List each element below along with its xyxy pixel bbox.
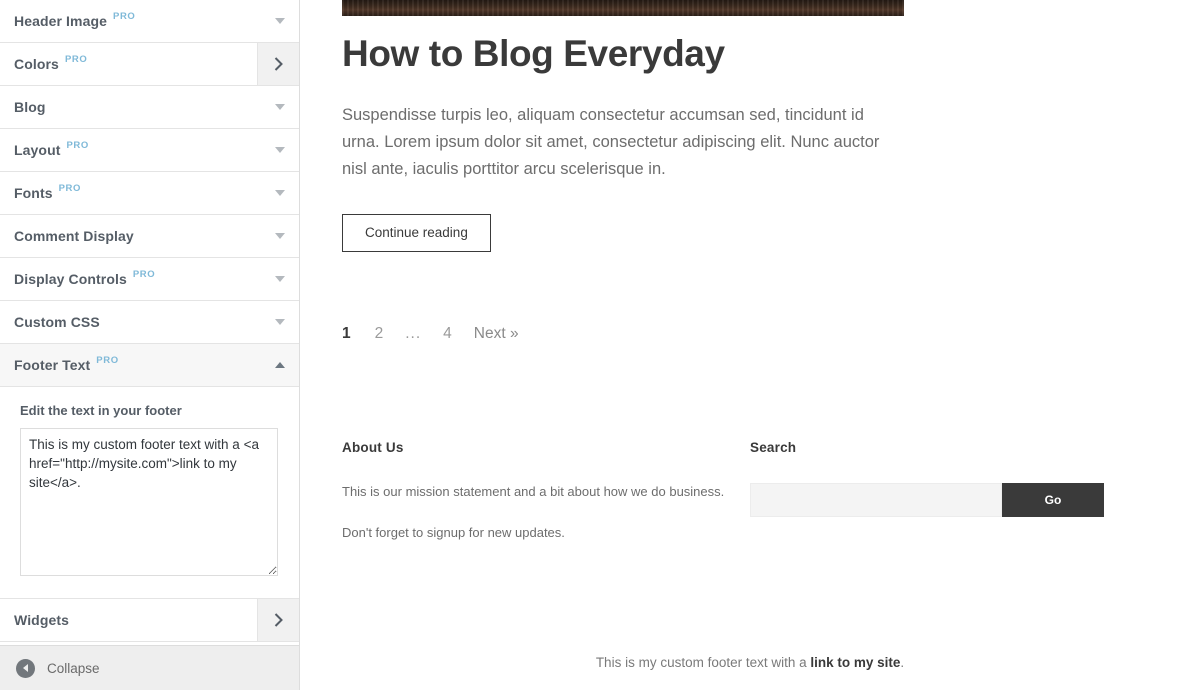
footer-site-link[interactable]: link to my site — [810, 655, 900, 670]
collapse-button[interactable]: Collapse — [0, 645, 299, 690]
chevron-down-icon[interactable] — [275, 190, 285, 196]
sidebar-item-blog[interactable]: Blog — [0, 86, 299, 129]
sidebar-item-label: Header Image — [14, 13, 108, 29]
chevron-right-icon[interactable] — [257, 43, 299, 85]
sidebar-item-label: Custom CSS — [14, 314, 100, 330]
sidebar-item-label: Display Controls — [14, 271, 127, 287]
pro-badge: PRO — [96, 354, 119, 366]
sidebar-item-layout[interactable]: Layout PRO — [0, 129, 299, 172]
pagination-ellipsis: ... — [405, 325, 422, 342]
pagination-page-1[interactable]: 1 — [342, 325, 351, 343]
continue-reading-button[interactable]: Continue reading — [342, 214, 491, 252]
pro-badge: PRO — [66, 139, 89, 151]
search-input[interactable] — [750, 483, 1002, 517]
search-submit-button[interactable]: Go — [1002, 483, 1104, 517]
sidebar-item-custom-css[interactable]: Custom CSS — [0, 301, 299, 344]
sidebar-item-label: Comment Display — [14, 228, 134, 244]
sidebar-item-header-image[interactable]: Header Image PRO — [0, 0, 299, 43]
chevron-down-icon[interactable] — [275, 147, 285, 153]
chevron-right-icon[interactable] — [257, 599, 299, 641]
chevron-down-icon[interactable] — [275, 104, 285, 110]
pagination-next[interactable]: Next » — [474, 325, 519, 343]
post-article: How to Blog Everyday Suspendisse turpis … — [342, 32, 942, 252]
sidebar-item-comment-display[interactable]: Comment Display — [0, 215, 299, 258]
post-excerpt: Suspendisse turpis leo, aliquam consecte… — [342, 106, 880, 178]
widget-search: Search Go — [750, 440, 1162, 565]
pagination-page-4[interactable]: 4 — [443, 325, 452, 343]
widget-about-us: About Us This is our mission statement a… — [342, 440, 750, 565]
pagination-page-2[interactable]: 2 — [375, 325, 384, 343]
chevron-down-icon[interactable] — [275, 319, 285, 325]
customizer-app: Header Image PRO Colors PRO Blog Layout … — [0, 0, 1200, 690]
footer-text-after: . — [900, 655, 905, 670]
widget-title: About Us — [342, 440, 404, 455]
footer-widget-area: About Us This is our mission statement a… — [342, 440, 1162, 565]
search-form: Go — [750, 483, 1104, 517]
pro-badge: PRO — [64, 53, 88, 65]
chevron-down-icon[interactable] — [275, 276, 285, 282]
collapse-left-icon — [16, 658, 35, 678]
widget-title: Search — [750, 440, 797, 455]
customizer-sidebar: Header Image PRO Colors PRO Blog Layout … — [0, 0, 300, 690]
about-line-1: This is our mission statement and a bit … — [342, 484, 725, 499]
pro-badge: PRO — [58, 182, 81, 194]
sidebar-item-label: Widgets — [14, 612, 70, 628]
footer-text-field-label: Edit the text in your footer — [20, 403, 182, 418]
footer-text-panel-body: Edit the text in your footer — [0, 387, 299, 599]
header-image-banner — [342, 0, 904, 16]
post-title: How to Blog Everyday — [342, 33, 725, 74]
sidebar-item-display-controls[interactable]: Display Controls PRO — [0, 258, 299, 301]
sidebar-item-label: Fonts — [14, 185, 53, 201]
chevron-up-icon[interactable] — [275, 362, 285, 368]
about-line-2: Don't forget to signup for new updates. — [342, 525, 565, 540]
site-footer-text: This is my custom footer text with a lin… — [300, 655, 1200, 670]
site-preview: How to Blog Everyday Suspendisse turpis … — [300, 0, 1200, 690]
sidebar-item-colors[interactable]: Colors PRO — [0, 43, 299, 86]
sidebar-item-widgets[interactable]: Widgets — [0, 599, 299, 642]
sidebar-item-label: Layout — [14, 142, 61, 158]
pro-badge: PRO — [132, 268, 156, 280]
sidebar-item-label: Colors — [14, 56, 59, 72]
collapse-label: Collapse — [47, 660, 100, 676]
sidebar-item-label: Footer Text — [14, 357, 91, 373]
sidebar-item-fonts[interactable]: Fonts PRO — [0, 172, 299, 215]
chevron-down-icon[interactable] — [275, 18, 285, 24]
pagination: 1 2 ... 4 Next » — [342, 325, 519, 343]
pro-badge: PRO — [113, 10, 136, 22]
sidebar-item-footer-text[interactable]: Footer Text PRO — [0, 344, 299, 387]
footer-text-before: This is my custom footer text with a — [595, 655, 811, 670]
footer-text-input[interactable] — [20, 428, 278, 576]
sidebar-item-label: Blog — [14, 99, 46, 115]
chevron-down-icon[interactable] — [275, 233, 285, 239]
